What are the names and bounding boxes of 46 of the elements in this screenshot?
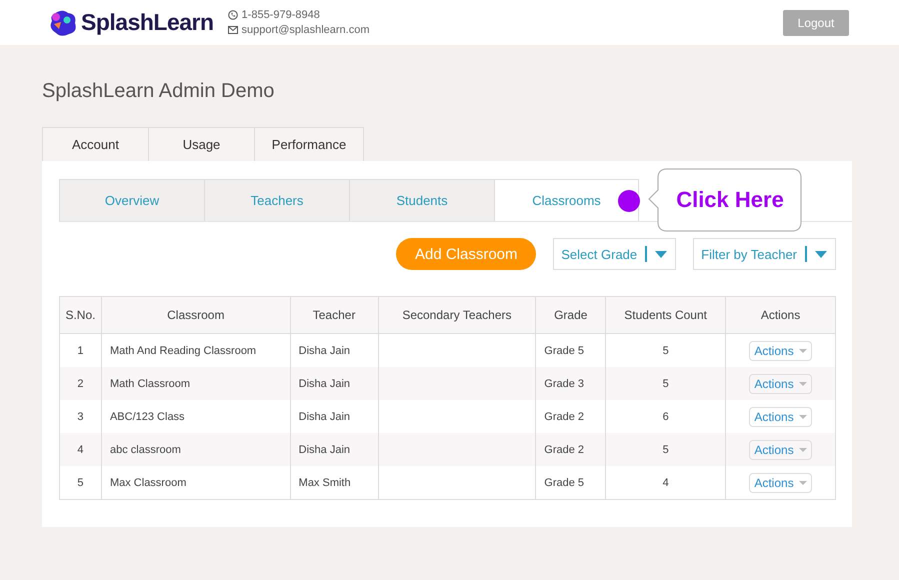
support-email: support@splashlearn.com xyxy=(242,24,370,36)
table-cell: Math Classroom xyxy=(101,367,290,400)
actions-dropdown[interactable]: Actions xyxy=(749,472,812,492)
page-title: SplashLearn Admin Demo xyxy=(42,80,276,104)
column-header: Actions xyxy=(726,296,836,334)
actions-dropdown[interactable]: Actions xyxy=(749,406,812,426)
table-cell: abc classroom xyxy=(101,433,290,466)
view-tab[interactable]: Students xyxy=(349,179,494,221)
table-cell: 4 xyxy=(60,433,102,466)
actions-dropdown[interactable]: Actions xyxy=(749,440,812,460)
grade-dropdown[interactable]: Select Grade xyxy=(553,238,676,270)
mail-icon xyxy=(228,26,238,34)
actions-dropdown[interactable]: Actions xyxy=(749,374,812,394)
phone-number: 1-855-979-8948 xyxy=(242,9,320,21)
click-here-callout: Click Here xyxy=(648,168,802,232)
actions-dropdown[interactable]: Actions xyxy=(749,340,812,360)
view-tab[interactable]: Classrooms xyxy=(494,179,639,221)
table-cell: Grade 5 xyxy=(536,466,606,500)
table-cell: 5 xyxy=(606,433,726,466)
column-header: Secondary Teachers xyxy=(378,296,536,334)
table-cell: Disha Jain xyxy=(290,367,378,400)
add-classroom-button[interactable]: Add Classroom xyxy=(396,238,536,270)
logo-icon xyxy=(48,8,78,38)
column-header: Classroom xyxy=(101,296,290,334)
logout-button[interactable]: Logout xyxy=(783,10,849,36)
section-tab[interactable]: Account xyxy=(42,127,148,161)
table-cell: 5 xyxy=(60,466,102,500)
column-header: S.No. xyxy=(60,296,102,334)
phone-icon xyxy=(228,10,238,20)
table-cell: 4 xyxy=(606,466,726,500)
table-cell: Disha Jain xyxy=(290,433,378,466)
view-tab[interactable]: Overview xyxy=(59,179,204,221)
view-tab[interactable]: Teachers xyxy=(204,179,349,221)
brand-name[interactable]: SplashLearn xyxy=(81,9,214,36)
teacher-dropdown[interactable]: Filter by Teacher xyxy=(693,238,836,270)
column-header: Teacher xyxy=(290,296,378,334)
table-cell: Grade 2 xyxy=(536,433,606,466)
table-cell: 5 xyxy=(606,367,726,400)
table-cell: Max Classroom xyxy=(101,466,290,500)
section-tab[interactable]: Performance xyxy=(254,127,364,161)
column-header: Grade xyxy=(536,296,606,334)
table-cell: Grade 3 xyxy=(536,367,606,400)
column-header: Students Count xyxy=(606,296,726,334)
section-tab[interactable]: Usage xyxy=(148,127,254,161)
table-cell: Max Smith xyxy=(290,466,378,500)
table-cell: 2 xyxy=(60,367,102,400)
